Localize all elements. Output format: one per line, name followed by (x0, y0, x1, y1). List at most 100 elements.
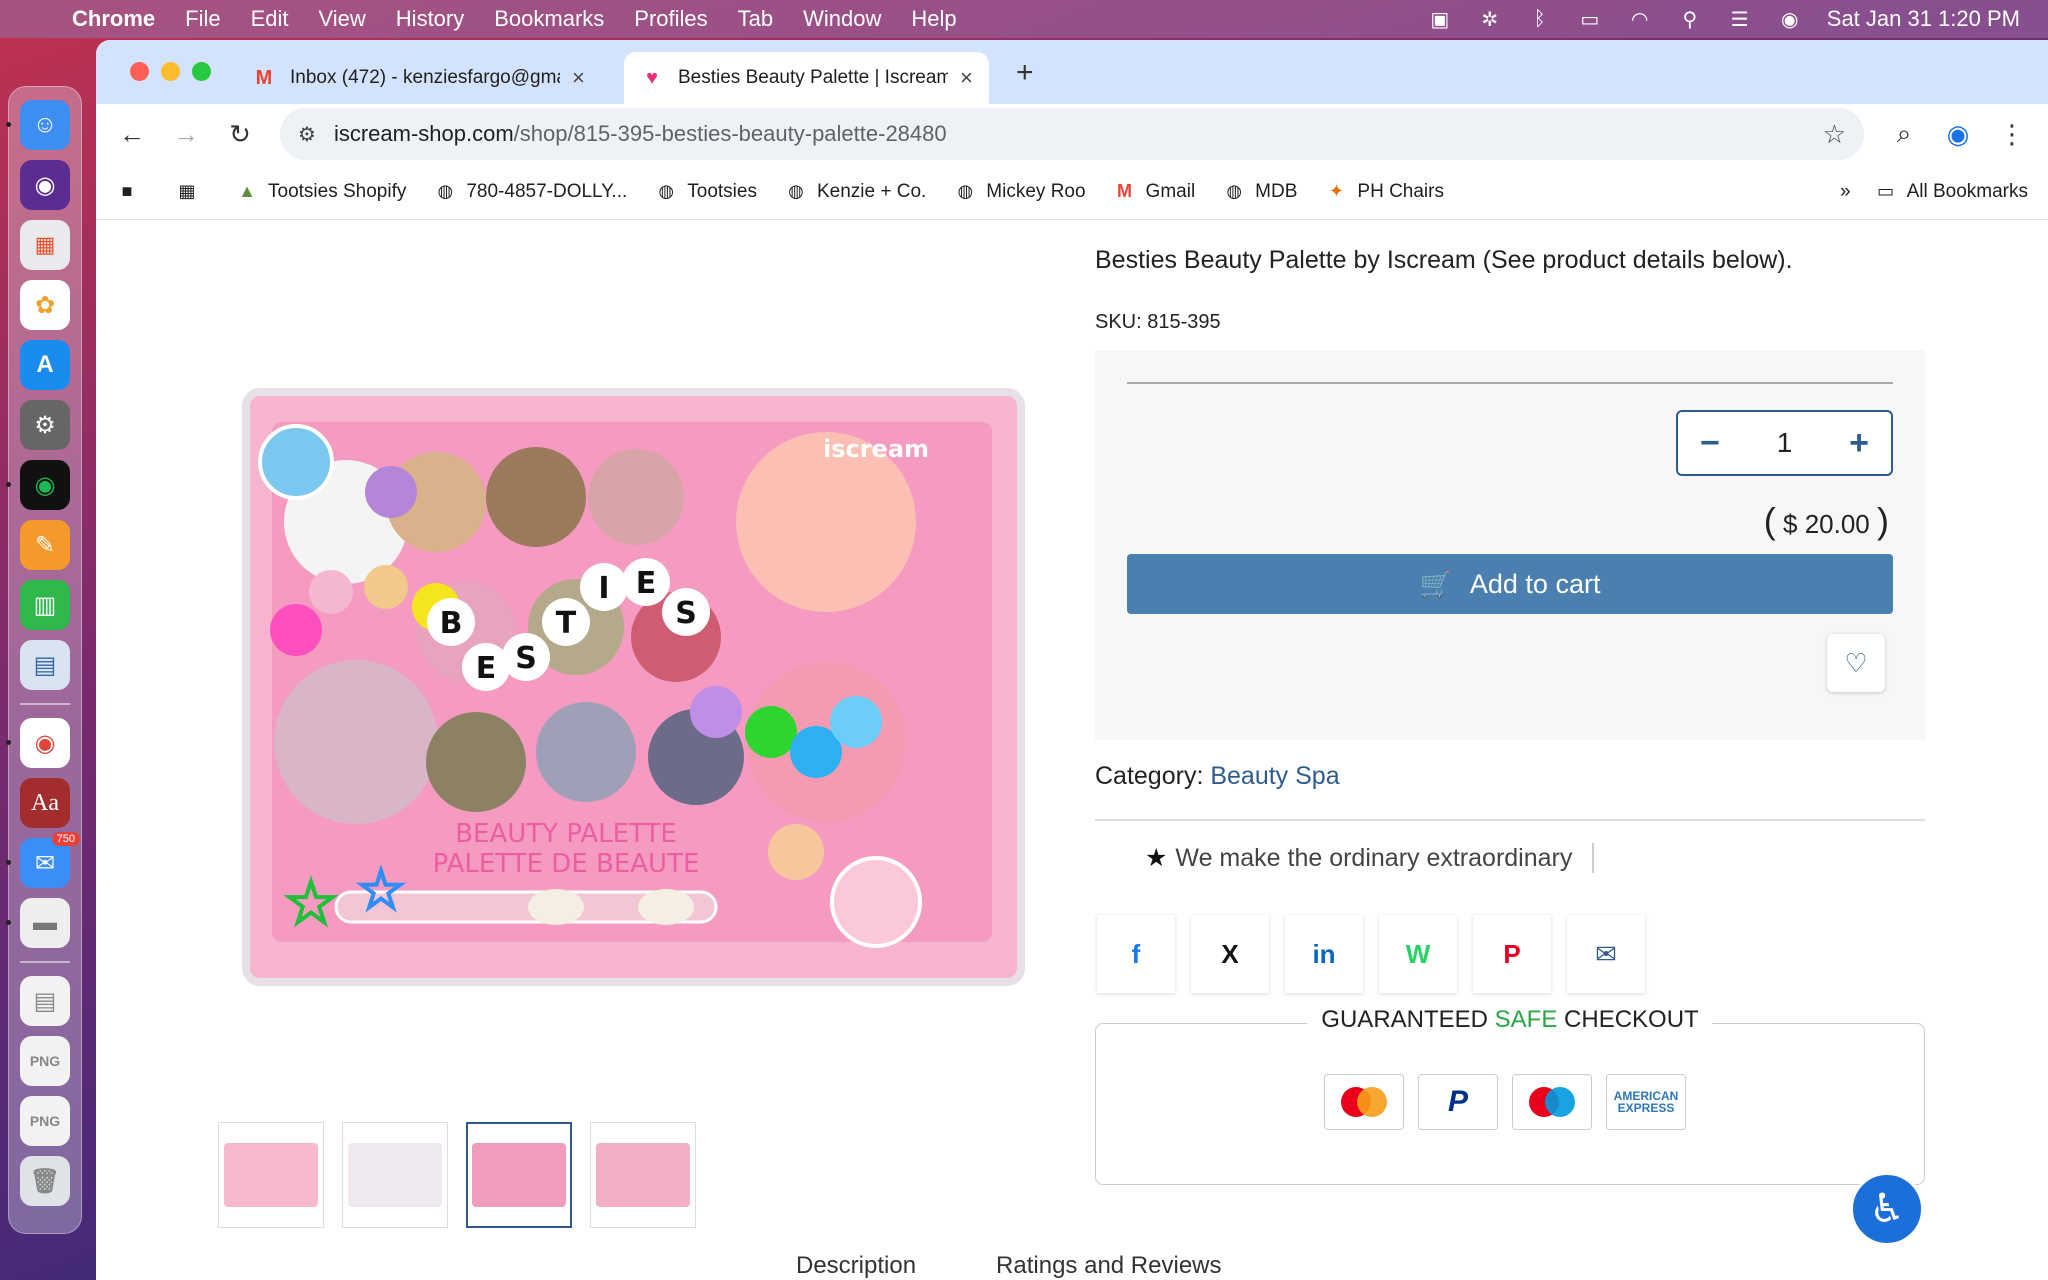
spotify-icon[interactable]: ◉ (6, 460, 70, 510)
menu-bookmarks[interactable]: Bookmarks (494, 6, 604, 32)
zoom-window-button[interactable] (192, 62, 211, 81)
product-image[interactable]: B E S T I E S BEAUTY PALETTE PALETTE DE … (236, 382, 1036, 1002)
wishlist-heart-icon[interactable]: ♡ (1827, 634, 1885, 692)
thumbnail-1[interactable] (218, 1122, 324, 1228)
gmail-icon: M (255, 66, 273, 89)
finder-icon[interactable]: ☺ (6, 100, 70, 150)
bluetooth-icon[interactable]: ᛒ (1527, 8, 1553, 30)
thumbnail-4[interactable] (590, 1122, 696, 1228)
siri-icon[interactable]: ◉ (1777, 8, 1803, 31)
bookmark-label: Tootsies (687, 180, 757, 202)
add-to-cart-button[interactable]: 🛒 Add to cart (1127, 554, 1893, 614)
dictionary-icon[interactable]: Aa (20, 778, 70, 828)
launchpad-icon[interactable]: ▦ (20, 220, 70, 270)
hard-drive-icon[interactable]: ▬ (6, 898, 70, 948)
bookmark-mdb[interactable]: ◍ MDB (1223, 181, 1297, 203)
app-store-icon[interactable]: A (20, 340, 70, 390)
mail-icon[interactable]: ✉ 750 (6, 832, 80, 888)
more-menu-icon[interactable]: ⋮ (1990, 112, 2034, 156)
increase-quantity-button[interactable]: + (1849, 424, 1869, 463)
linkedin-share-icon[interactable]: in (1285, 915, 1363, 993)
menu-view[interactable]: View (319, 6, 366, 32)
bookmark-kenzie[interactable]: ◍ Kenzie + Co. (785, 181, 926, 203)
mastercard-icon (1324, 1074, 1404, 1130)
address-bar[interactable]: ⚙ iscream-shop.com/shop/815-395-besties-… (280, 108, 1864, 160)
all-bookmarks-folder[interactable]: ▭ All Bookmarks (1875, 181, 2028, 203)
bookmark-label: PH Chairs (1357, 180, 1444, 202)
bookmark-gmail[interactable]: M Gmail (1114, 181, 1195, 203)
menu-tab[interactable]: Tab (738, 6, 773, 32)
pinterest-share-icon[interactable]: P (1473, 915, 1551, 993)
email-share-icon[interactable]: ✉ (1567, 915, 1645, 993)
sidebar-toggle-icon[interactable]: ■ (116, 181, 148, 202)
menu-edit[interactable]: Edit (251, 6, 289, 32)
tab-title: Inbox (472) - kenziesfargo@gmail.com (290, 67, 560, 88)
site-settings-icon[interactable]: ⚙ (298, 122, 316, 147)
new-tab-icon[interactable]: + (1016, 56, 1034, 90)
menu-history[interactable]: History (396, 6, 464, 32)
forward-icon[interactable]: → (164, 112, 208, 156)
screen-share-icon[interactable]: ▣ (1427, 8, 1453, 31)
battery-icon[interactable]: ▭ (1577, 8, 1603, 31)
profile-icon[interactable]: ◉ (1936, 112, 1980, 156)
window-controls (130, 62, 211, 81)
png-file-icon-2[interactable]: PNG (20, 1096, 70, 1146)
bookmark-star-icon[interactable]: ☆ (1823, 119, 1846, 150)
vpn-icon[interactable]: ✲ (1477, 8, 1503, 31)
bookmark-ph-chairs[interactable]: ✦ PH Chairs (1325, 181, 1444, 203)
menu-window[interactable]: Window (803, 6, 881, 32)
tab-ratings-reviews[interactable]: Ratings and Reviews (996, 1252, 1221, 1280)
tab-gmail[interactable]: M Inbox (472) - kenziesfargo@gmail.com × (236, 52, 601, 104)
more-bookmarks-icon[interactable]: » (1840, 181, 1851, 203)
pages-icon[interactable]: ✎ (20, 520, 70, 570)
whatsapp-share-icon[interactable]: W (1379, 915, 1457, 993)
menu-file[interactable]: File (185, 6, 220, 32)
close-window-button[interactable] (130, 62, 149, 81)
svg-text:★: ★ (286, 871, 336, 934)
document-stack-icon[interactable]: ▤ (20, 976, 70, 1026)
bookmark-mickey-roo[interactable]: ◍ Mickey Roo (954, 181, 1085, 203)
menu-datetime[interactable]: Sat Jan 31 1:20 PM (1827, 6, 2020, 32)
close-tab-icon[interactable]: × (960, 65, 973, 91)
tab-besties[interactable]: ♥ Besties Beauty Palette | Iscream × (624, 52, 989, 104)
apps-grid-icon[interactable]: ▦ (176, 181, 208, 202)
menu-profiles[interactable]: Profiles (634, 6, 707, 32)
tagline-text: We make the ordinary extraordinary (1175, 843, 1573, 872)
close-tab-icon[interactable]: × (572, 65, 585, 91)
png-file-icon[interactable]: PNG (20, 1036, 70, 1086)
quantity-value[interactable]: 1 (1777, 427, 1793, 459)
x-share-icon[interactable]: X (1191, 915, 1269, 993)
running-indicator (6, 740, 11, 745)
menu-help[interactable]: Help (911, 6, 956, 32)
menu-app-name[interactable]: Chrome (72, 6, 155, 32)
product-sku: SKU: 815-395 (1095, 311, 1221, 333)
price-paren-close: ) (1877, 500, 1889, 541)
reload-icon[interactable]: ↻ (218, 112, 262, 156)
numbers-icon[interactable]: ▥ (20, 580, 70, 630)
svg-text:E: E (476, 651, 497, 686)
search-lens-icon[interactable]: ⌕ (1882, 112, 1926, 156)
spotlight-search-icon[interactable]: ⚲ (1677, 8, 1703, 31)
minimize-window-button[interactable] (161, 62, 180, 81)
decrease-quantity-button[interactable]: − (1700, 424, 1720, 463)
bookmark-tootsies-shopify[interactable]: ▲ Tootsies Shopify (236, 181, 406, 203)
tab-strip: M Inbox (472) - kenziesfargo@gmail.com ×… (96, 40, 2048, 104)
thumbnail-2[interactable] (342, 1122, 448, 1228)
preview-icon[interactable]: ▤ (20, 640, 70, 690)
siri-app-icon[interactable]: ◉ (20, 160, 70, 210)
tab-description[interactable]: Description (796, 1252, 916, 1280)
thumbnail-3[interactable] (466, 1122, 572, 1228)
category-label: Category: (1095, 762, 1204, 790)
system-settings-icon[interactable]: ⚙ (20, 400, 70, 450)
control-center-icon[interactable]: ☰ (1727, 8, 1753, 31)
wifi-icon[interactable]: ◠ (1627, 8, 1653, 31)
back-icon[interactable]: ← (110, 112, 154, 156)
photos-icon[interactable]: ✿ (20, 280, 70, 330)
trash-icon[interactable]: 🗑 (20, 1156, 70, 1206)
chrome-icon[interactable]: ◉ (6, 718, 70, 768)
accessibility-icon[interactable]: ♿ (1850, 1172, 1924, 1246)
category-link[interactable]: Beauty Spa (1210, 762, 1339, 790)
bookmark-dolly[interactable]: ◍ 780-4857-DOLLY... (434, 181, 628, 203)
bookmark-tootsies[interactable]: ◍ Tootsies (655, 181, 757, 203)
facebook-share-icon[interactable]: f (1097, 915, 1175, 993)
